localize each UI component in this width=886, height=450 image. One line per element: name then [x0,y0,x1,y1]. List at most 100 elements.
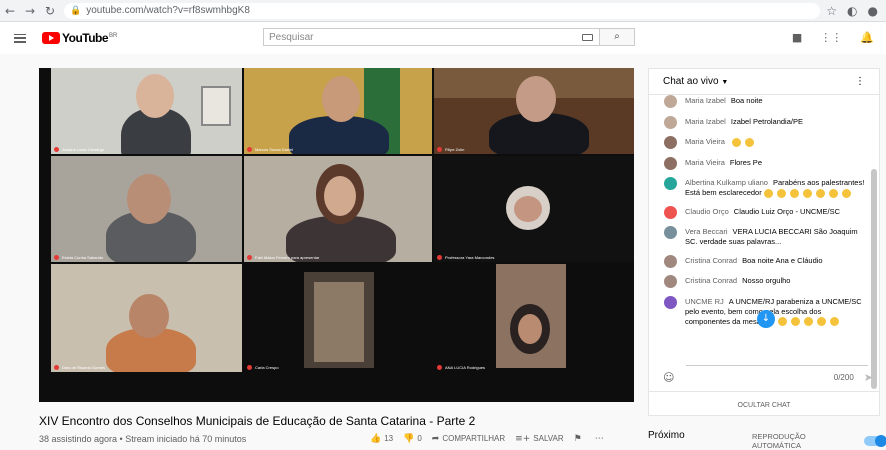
share-button[interactable]: ➦ COMPARTILHAR [432,434,505,444]
chat-message-body: UNCME RJ A UNCME/RJ parabeniza a UNCME/SC… [685,297,867,327]
avatar [664,136,677,149]
hide-chat-button[interactable]: OCULTAR CHAT [649,402,879,409]
chat-message-body: Maria Vieira Flores Pe [685,158,762,170]
participant-tile: Professora Yara Marcondes [434,156,634,262]
like-button[interactable]: 👍 13 [370,434,393,444]
notifications-bell-icon[interactable]: 🔔 [860,31,874,44]
chat-message-body: Albertina Kulkamp uliano Parabéns aos pal… [685,178,867,198]
chat-message-list[interactable]: Maria Izabel Boa noite Maria Izabel Izabel … [649,93,873,339]
avatar [664,226,677,239]
clapping-hands-emoji-icon [802,188,812,198]
youtube-header: YouTube BR Pesquisar ⌕ ■ ⋮⋮ 🔔 [0,22,886,54]
chat-author: Vera Beccari [685,227,728,236]
chat-message-body: Vera Beccari VERA LUCIA BECCARI São Joaqu… [685,227,867,247]
participant-name: Dark de Ricardo Gomes [54,365,105,370]
chat-author: Cristina Conrad [685,255,738,265]
participant-tile: Marcos Sousa Daniel [244,68,432,154]
autoplay-toggle[interactable] [864,435,886,447]
chat-message: Albertina Kulkamp uliano Parabéns aos pal… [664,177,867,198]
create-video-icon[interactable]: ■ [792,31,802,44]
logo-text: YouTube [62,31,109,45]
chat-text: Flores Pe [729,157,762,167]
chat-author: Maria Izabel [685,116,726,126]
save-button[interactable]: ≡+ SALVAR [515,434,563,444]
search-input[interactable]: Pesquisar [263,28,599,46]
playlist-add-icon: ≡+ [515,434,531,444]
clapping-hands-emoji-icon [829,317,839,327]
clapping-hands-emoji-icon [790,317,800,327]
participant-tile: Fabi Matos Ferreira para apresentar [244,156,432,262]
chat-message: Maria Izabel Boa noite [664,95,867,108]
address-bar[interactable]: 🔒 youtube.com/watch?v=rf8swmhbgK8 [64,2,821,19]
share-icon: ➦ [431,434,440,444]
hamburger-menu-icon[interactable] [14,33,26,43]
chat-message: Cristina Conrad Boa noite Ana e Cláudio [664,254,867,268]
youtube-logo[interactable]: YouTube BR [42,31,117,45]
search-icon: ⌕ [614,31,620,42]
video-player[interactable]: Josiane Lucia Camargo Marcos Sousa Danie… [39,68,634,402]
chat-mode-dropdown[interactable]: Chat ao vivo ▼ [663,76,728,87]
emoji-picker-icon[interactable]: ☺ [663,371,674,384]
chat-message: Maria Izabel Izabel Petrolandia/PE [664,115,867,129]
chat-scrollbar[interactable] [871,169,877,389]
clapping-hands-emoji-icon [789,188,799,198]
chat-text: Claudio Luiz Orço - UNCME/SC [733,206,841,216]
chat-author: Albertina Kulkamp uliano [685,178,768,187]
like-count: 13 [384,434,394,443]
chat-message-body: Cristina Conrad Boa noite Ana e Cláudio [685,256,823,268]
chat-text: Boa noite Ana e Cláudio [742,255,823,265]
back-icon[interactable]: ← [0,4,20,18]
video-title: XIV Encontro dos Conselhos Municipais de… [39,414,476,428]
chat-author: Maria Izabel [685,96,726,105]
report-flag-icon[interactable]: ⚑ [574,434,582,444]
avatar [664,205,677,219]
chat-message: Maria Vieira [664,136,867,149]
participant-name: Fabi Matos Ferreira para apresentar [247,255,319,260]
chat-input-underline [686,365,868,366]
forward-icon[interactable]: → [20,4,40,18]
participant-tile: Carla Crespo [244,264,432,372]
reload-icon[interactable]: ↻ [40,4,60,18]
participant-tile: ANA LUCIA Rodrigues [434,264,634,372]
chat-message: Claudio Orço Claudio Luiz Orço - UNCME/SC [664,205,867,219]
dislike-count: 0 [417,434,422,443]
logo-region: BR [109,33,118,39]
dislike-button[interactable]: 👎 0 [403,434,422,444]
chat-message-body: Maria Izabel Izabel Petrolandia/PE [685,117,803,129]
arrow-down-icon: ↓ [761,313,771,324]
chat-author: Maria Vieira [685,137,725,146]
clapping-hands-emoji-icon [776,188,786,198]
extension-icon[interactable]: ◐ [847,4,857,18]
chat-message: Vera Beccari VERA LUCIA BECCARI São Joaqu… [664,226,867,247]
chat-more-icon[interactable]: ⋮ [855,76,865,87]
clapping-hands-emoji-icon [815,188,825,198]
chevron-down-icon: ▼ [721,79,729,86]
chat-message-body: Maria Izabel Boa noite [685,96,763,108]
chat-message: Maria Vieira Flores Pe [664,156,867,170]
clapping-hands-emoji-icon [777,317,787,327]
keyboard-icon[interactable] [582,34,593,41]
clapping-hands-emoji-icon [744,137,754,147]
search-button[interactable]: ⌕ [599,28,635,46]
search-placeholder: Pesquisar [269,32,314,43]
participant-tile: Filipe Zolin [434,68,634,154]
apps-grid-icon[interactable]: ⋮⋮ [820,31,842,44]
scroll-to-bottom-button[interactable]: ↓ [757,310,775,328]
chat-text: Boa noite [730,96,763,105]
video-meta: 38 assistindo agora • Stream iniciado há… [39,434,247,444]
bookmark-star-icon[interactable]: ☆ [826,4,837,18]
more-options-icon[interactable]: ⋯ [595,434,604,444]
clapping-hands-emoji-icon [841,188,851,198]
video-actions: 👍 13 👎 0 ➦ COMPARTILHAR ≡+ SALVAR ⚑ ⋯ [370,434,607,444]
send-icon[interactable]: ➤ [864,371,873,384]
thumbs-up-icon: 👍 [370,434,382,444]
save-label: SALVAR [533,434,564,443]
participant-tile: Josiane Lucia Camargo [51,68,242,154]
avatar [664,295,677,309]
profile-icon[interactable]: ● [868,4,878,18]
clapping-hands-emoji-icon [828,188,838,198]
chat-message-body: Maria Vieira [685,137,756,149]
chat-author: UNCME RJ [685,296,724,306]
participant-name: Carla Crespo [247,365,279,370]
thumbs-down-icon: 👎 [403,434,415,444]
